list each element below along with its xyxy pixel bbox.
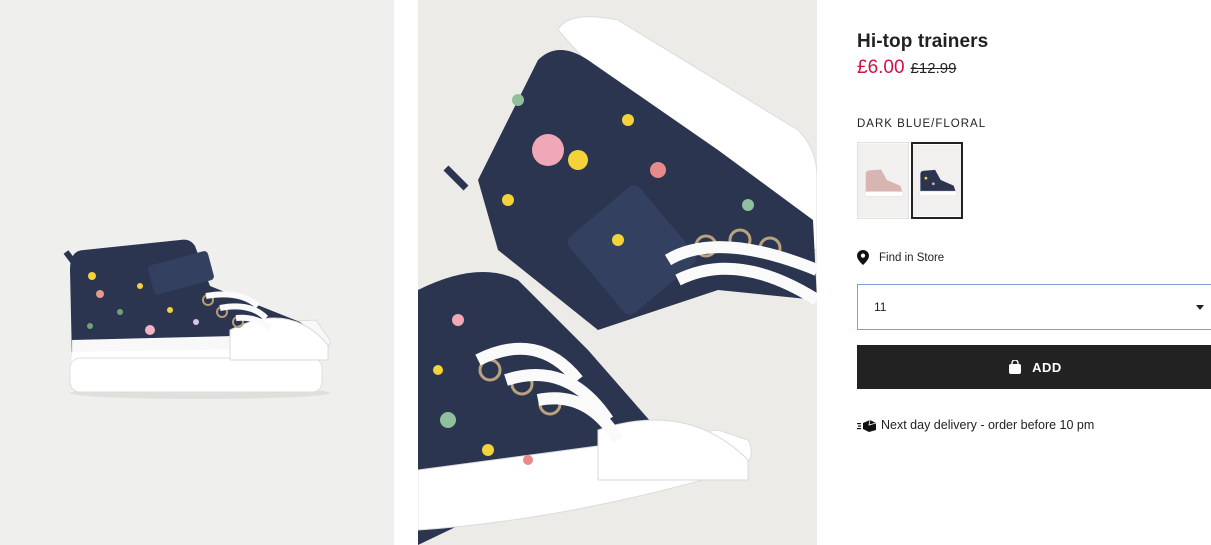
sale-price: £6.00 (857, 57, 905, 78)
color-name: DARK BLUE/FLORAL (857, 118, 987, 130)
product-image-side[interactable] (0, 0, 394, 545)
pink-shoe-thumbnail (858, 143, 908, 218)
shopping-bag-icon (1009, 360, 1022, 374)
shoe-closeup-illustration (418, 0, 817, 545)
find-in-store-label: Find in Store (879, 251, 945, 264)
size-select[interactable]: 11 (857, 284, 1211, 330)
location-pin-icon (857, 250, 869, 265)
delivery-text: Next day delivery - order before 10 pm (881, 418, 1095, 432)
color-swatches (857, 142, 963, 219)
swatch-pink[interactable] (857, 142, 909, 219)
floral-shoe-thumbnail (913, 144, 961, 217)
add-to-bag-button[interactable]: ADD (857, 345, 1211, 389)
chevron-down-icon (1196, 305, 1204, 310)
add-button-label: ADD (1032, 359, 1062, 375)
product-details: Hi-top trainers £6.00 £12.99 DARK BLUE/F… (857, 0, 1211, 545)
original-price: £12.99 (910, 60, 957, 77)
price-row: £6.00 £12.99 (857, 57, 956, 79)
find-in-store-link[interactable]: Find in Store (857, 250, 944, 265)
delivery-truck-icon (857, 419, 876, 432)
shoe-side-illustration (0, 0, 394, 545)
swatch-dark-blue-floral[interactable] (911, 142, 963, 219)
product-title: Hi-top trainers (857, 31, 989, 52)
product-image-closeup[interactable] (418, 0, 817, 545)
delivery-info: Next day delivery - order before 10 pm (857, 418, 1094, 432)
size-select-value: 11 (874, 300, 887, 314)
